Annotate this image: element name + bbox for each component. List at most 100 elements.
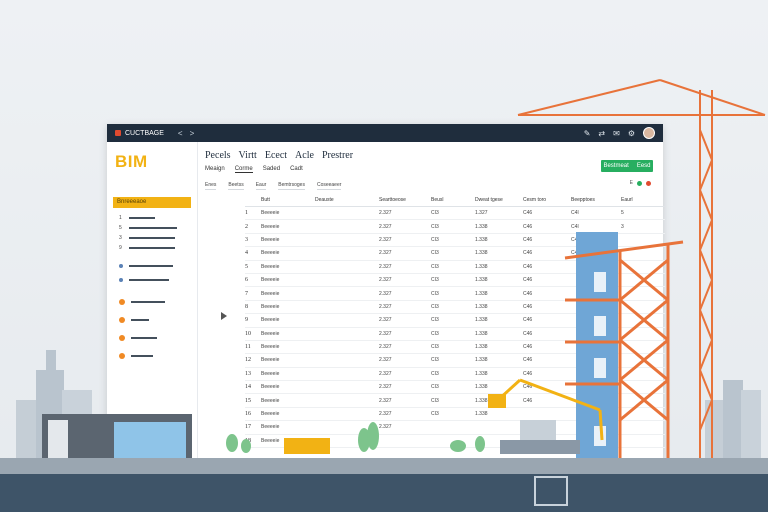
wrench-icon[interactable]: ✎: [584, 129, 591, 138]
data-table: Butt Deauste Searttoeose Beusl Dweat tgese Ce…: [245, 194, 665, 449]
sidebar-item[interactable]: [119, 316, 149, 324]
table-cell: Beeeeie: [261, 437, 280, 444]
table-row[interactable]: 6 Beeeeie 2.327 CI3 1.338 C46: [245, 274, 665, 288]
table-cell: 2.327: [379, 424, 392, 431]
column-header[interactable]: Deauste: [315, 197, 379, 203]
table-row[interactable]: 2 Beeeeie 2.327 CI3 1.338 C46 C4I 3: [245, 220, 665, 234]
table-cell: 5: [621, 210, 624, 217]
table-cell: 1.338: [475, 344, 488, 351]
table-row[interactable]: 1 Beeeeie 2.327 CI3 1.327 C46 C4I 5: [245, 207, 665, 221]
table-cell: C46: [523, 263, 533, 270]
filter[interactable]: Beetss: [228, 182, 244, 190]
tab[interactable]: Saded: [263, 166, 280, 173]
table-cell: CI3: [431, 290, 439, 297]
table-cell: Beeeeie: [261, 263, 280, 270]
menu-item[interactable]: Prestrer: [322, 150, 353, 161]
table-cell: 2.327: [379, 263, 392, 270]
sidebar-item[interactable]: 1: [119, 214, 155, 222]
main-panel: Pecels Virtt Ecect Acle Prestrer Meaign …: [197, 142, 665, 460]
table-row[interactable]: 5 Beeeeie 2.327 CI3 1.338 C46: [245, 261, 665, 274]
column-header[interactable]: Cesm toro: [523, 197, 571, 203]
table-cell: Beeeeie: [261, 384, 280, 391]
column-header[interactable]: Searttoeose: [379, 197, 431, 203]
column-header[interactable]: Beusl: [431, 197, 475, 203]
table-row[interactable]: 18 Beeeeie: [245, 435, 665, 449]
column-header[interactable]: Butt: [261, 197, 315, 203]
road: [0, 474, 768, 512]
filter[interactable]: Bemtrsoges: [278, 182, 305, 190]
table-cell: C46: [523, 277, 533, 284]
filter[interactable]: Coseeaeer: [316, 182, 342, 190]
row-index: 8: [245, 303, 248, 310]
table-row[interactable]: 8 Beeeeie 2.327 CI3 1.338 C46: [245, 301, 665, 315]
tab[interactable]: Meaign: [205, 166, 225, 173]
table-cell: 2.327: [379, 277, 392, 284]
column-header[interactable]: Dweat tgese: [475, 197, 523, 203]
table-cell: 2.327: [379, 290, 392, 297]
sub-tabs: Meaign Corme Saded Cadt: [205, 166, 303, 173]
settings-icon[interactable]: ⚙: [628, 129, 635, 138]
row-index: 7: [245, 290, 248, 297]
sidebar-item[interactable]: [119, 276, 169, 284]
table-row[interactable]: 15 Beeeeie 2.327 CI3 1.338 C46: [245, 394, 665, 408]
mail-icon[interactable]: ✉: [613, 129, 620, 138]
column-header[interactable]: Beepptoes: [571, 197, 621, 203]
table-row[interactable]: 13 Beeeeie 2.327 CI3 1.338 C46: [245, 368, 665, 382]
table-row[interactable]: 10 Beeeeie 2.327 CI3 1.338 C46: [245, 328, 665, 341]
table-cell: C4I: [571, 210, 579, 217]
table-row[interactable]: 11 Beeeeie 2.327 CI3 1.338 C46: [245, 341, 665, 355]
table-row[interactable]: 9 Beeeeie 2.327 CI3 1.338 C46: [245, 314, 665, 328]
table-cell: C46: [523, 397, 533, 404]
filter-dropdown[interactable]: Enes: [205, 182, 217, 190]
row-index: 10: [245, 330, 251, 337]
sidebar-item[interactable]: 3: [119, 234, 175, 242]
menu-item[interactable]: Ecect: [265, 150, 287, 161]
title-bar: CUCTBAGE < > ✎ ⇄ ✉ ⚙: [107, 124, 663, 142]
table-row[interactable]: 3 Beeeeie 2.327 CI3 1.338 C46 C4I: [245, 234, 665, 248]
sidebar-item[interactable]: [119, 298, 165, 306]
table-row[interactable]: 4 Beeeeie 2.327 CI3 1.338 C46 C4I: [245, 247, 665, 261]
menu-item[interactable]: Pecels: [205, 150, 231, 161]
play-icon[interactable]: [221, 312, 227, 320]
table-cell: 1.338: [475, 223, 488, 230]
table-row[interactable]: 7 Beeeeie 2.327 CI3 1.338 C46: [245, 287, 665, 301]
table-cell: 2.327: [379, 210, 392, 217]
table-row[interactable]: 12 Beeeeie 2.327 CI3 1.338 C46: [245, 354, 665, 368]
sidebar-item-active[interactable]: Bnreeeaoe: [113, 197, 191, 208]
table-cell: CI3: [431, 263, 439, 270]
forward-button[interactable]: >: [190, 129, 195, 138]
table-cell: C46: [523, 250, 533, 257]
skyline-right-illustration: [705, 380, 761, 460]
table-row[interactable]: 17 Beeeeie 2.327: [245, 421, 665, 435]
table-cell: C46: [523, 290, 533, 297]
folder-icon: [119, 278, 123, 282]
sidebar-item[interactable]: [119, 262, 173, 270]
table-cell: Beeeeie: [261, 370, 280, 377]
table-row[interactable]: 14 Beeeeie 2.327 CI3 1.338 C46: [245, 381, 665, 395]
sidebar-item[interactable]: [119, 334, 157, 342]
table-cell: 1.338: [475, 303, 488, 310]
row-index: 4: [245, 250, 248, 257]
tab[interactable]: Cadt: [290, 166, 303, 173]
sidebar-item[interactable]: 5: [119, 224, 177, 232]
table-cell: CI3: [431, 210, 439, 217]
sidebar-item[interactable]: 9: [119, 244, 175, 252]
table-cell: 1.338: [475, 236, 488, 243]
menu-item[interactable]: Virtt: [239, 150, 257, 161]
tab-active[interactable]: Corme: [234, 166, 253, 173]
table-cell: 1.338: [475, 384, 488, 391]
menu-item[interactable]: Acle: [295, 150, 314, 161]
table-cell: 2.327: [379, 411, 392, 418]
column-header[interactable]: Eaurl: [621, 197, 661, 203]
share-icon[interactable]: ⇄: [598, 129, 605, 138]
row-index: 3: [245, 236, 248, 243]
brand[interactable]: CUCTBAGE: [115, 130, 164, 137]
table-cell: 1.338: [475, 330, 488, 337]
avatar[interactable]: [643, 127, 655, 139]
primary-action-button[interactable]: Bestmeat Eesd: [601, 160, 653, 172]
sidebar-item[interactable]: [119, 352, 153, 360]
back-button[interactable]: <: [178, 129, 183, 138]
filter[interactable]: Eaur: [255, 182, 267, 190]
menu-bar: Pecels Virtt Ecect Acle Prestrer: [205, 150, 353, 161]
table-row[interactable]: 16 Beeeeie 2.327 CI3 1.338: [245, 408, 665, 422]
